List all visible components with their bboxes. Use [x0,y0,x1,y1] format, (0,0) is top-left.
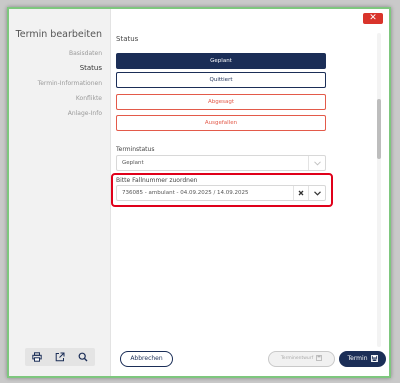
save-draft-label: Terminentwurf [280,356,314,361]
sidebar-nav: Basisdaten Status Termin-Informationen K… [38,46,102,121]
save-draft-button: Terminentwurf [268,351,335,367]
fallnummer-label: Bitte Fallnummer zuordnen [116,177,198,184]
terminstatus-select[interactable]: Geplant [116,155,326,171]
sidebar-item-termin-informationen[interactable]: Termin-Informationen [38,76,102,91]
sidebar-item-basisdaten[interactable]: Basisdaten [38,46,102,61]
save-icon [316,354,323,361]
chevron-down-icon[interactable] [308,156,325,170]
clear-icon[interactable] [293,186,308,200]
fallnummer-value: 736085 - ambulant - 04.09.2025 / 14.09.2… [122,190,249,196]
scrollbar[interactable] [377,33,381,347]
dialog-title: Termin bearbeiten [15,29,102,40]
sidebar-toolbar [25,348,95,366]
status-geplant-button[interactable]: Geplant [116,53,326,69]
sidebar-item-status[interactable]: Status [38,61,102,76]
search-icon[interactable] [77,351,89,363]
status-heading: Status [116,35,139,43]
status-ausgefallen-button[interactable]: Ausgefallen [116,115,326,131]
sidebar-item-konflikte[interactable]: Konflikte [38,91,102,106]
scrollbar-thumb[interactable] [377,99,381,159]
save-icon [370,355,378,362]
status-abgesagt-button[interactable]: Abgesagt [116,94,326,110]
save-label: Termin [347,355,368,362]
sidebar-item-anlage-info[interactable]: Anlage-Info [38,106,102,121]
chevron-down-icon[interactable] [308,186,325,200]
fallnummer-select[interactable]: 736085 - ambulant - 04.09.2025 / 14.09.2… [116,185,326,201]
status-quittiert-button[interactable]: Quittiert [116,72,326,88]
cancel-button[interactable]: Abbrechen [120,351,173,367]
main-content: Status Geplant Quittiert Abgesagt Ausgef… [111,9,389,376]
terminstatus-label: Terminstatus [116,146,155,153]
external-link-icon[interactable] [54,351,66,363]
sidebar: Termin bearbeiten Basisdaten Status Term… [9,9,111,376]
save-button[interactable]: Termin [339,351,386,367]
edit-appointment-dialog: ✕ Termin bearbeiten Basisdaten Status Te… [7,7,391,378]
terminstatus-value: Geplant [122,160,144,166]
print-icon[interactable] [31,351,43,363]
